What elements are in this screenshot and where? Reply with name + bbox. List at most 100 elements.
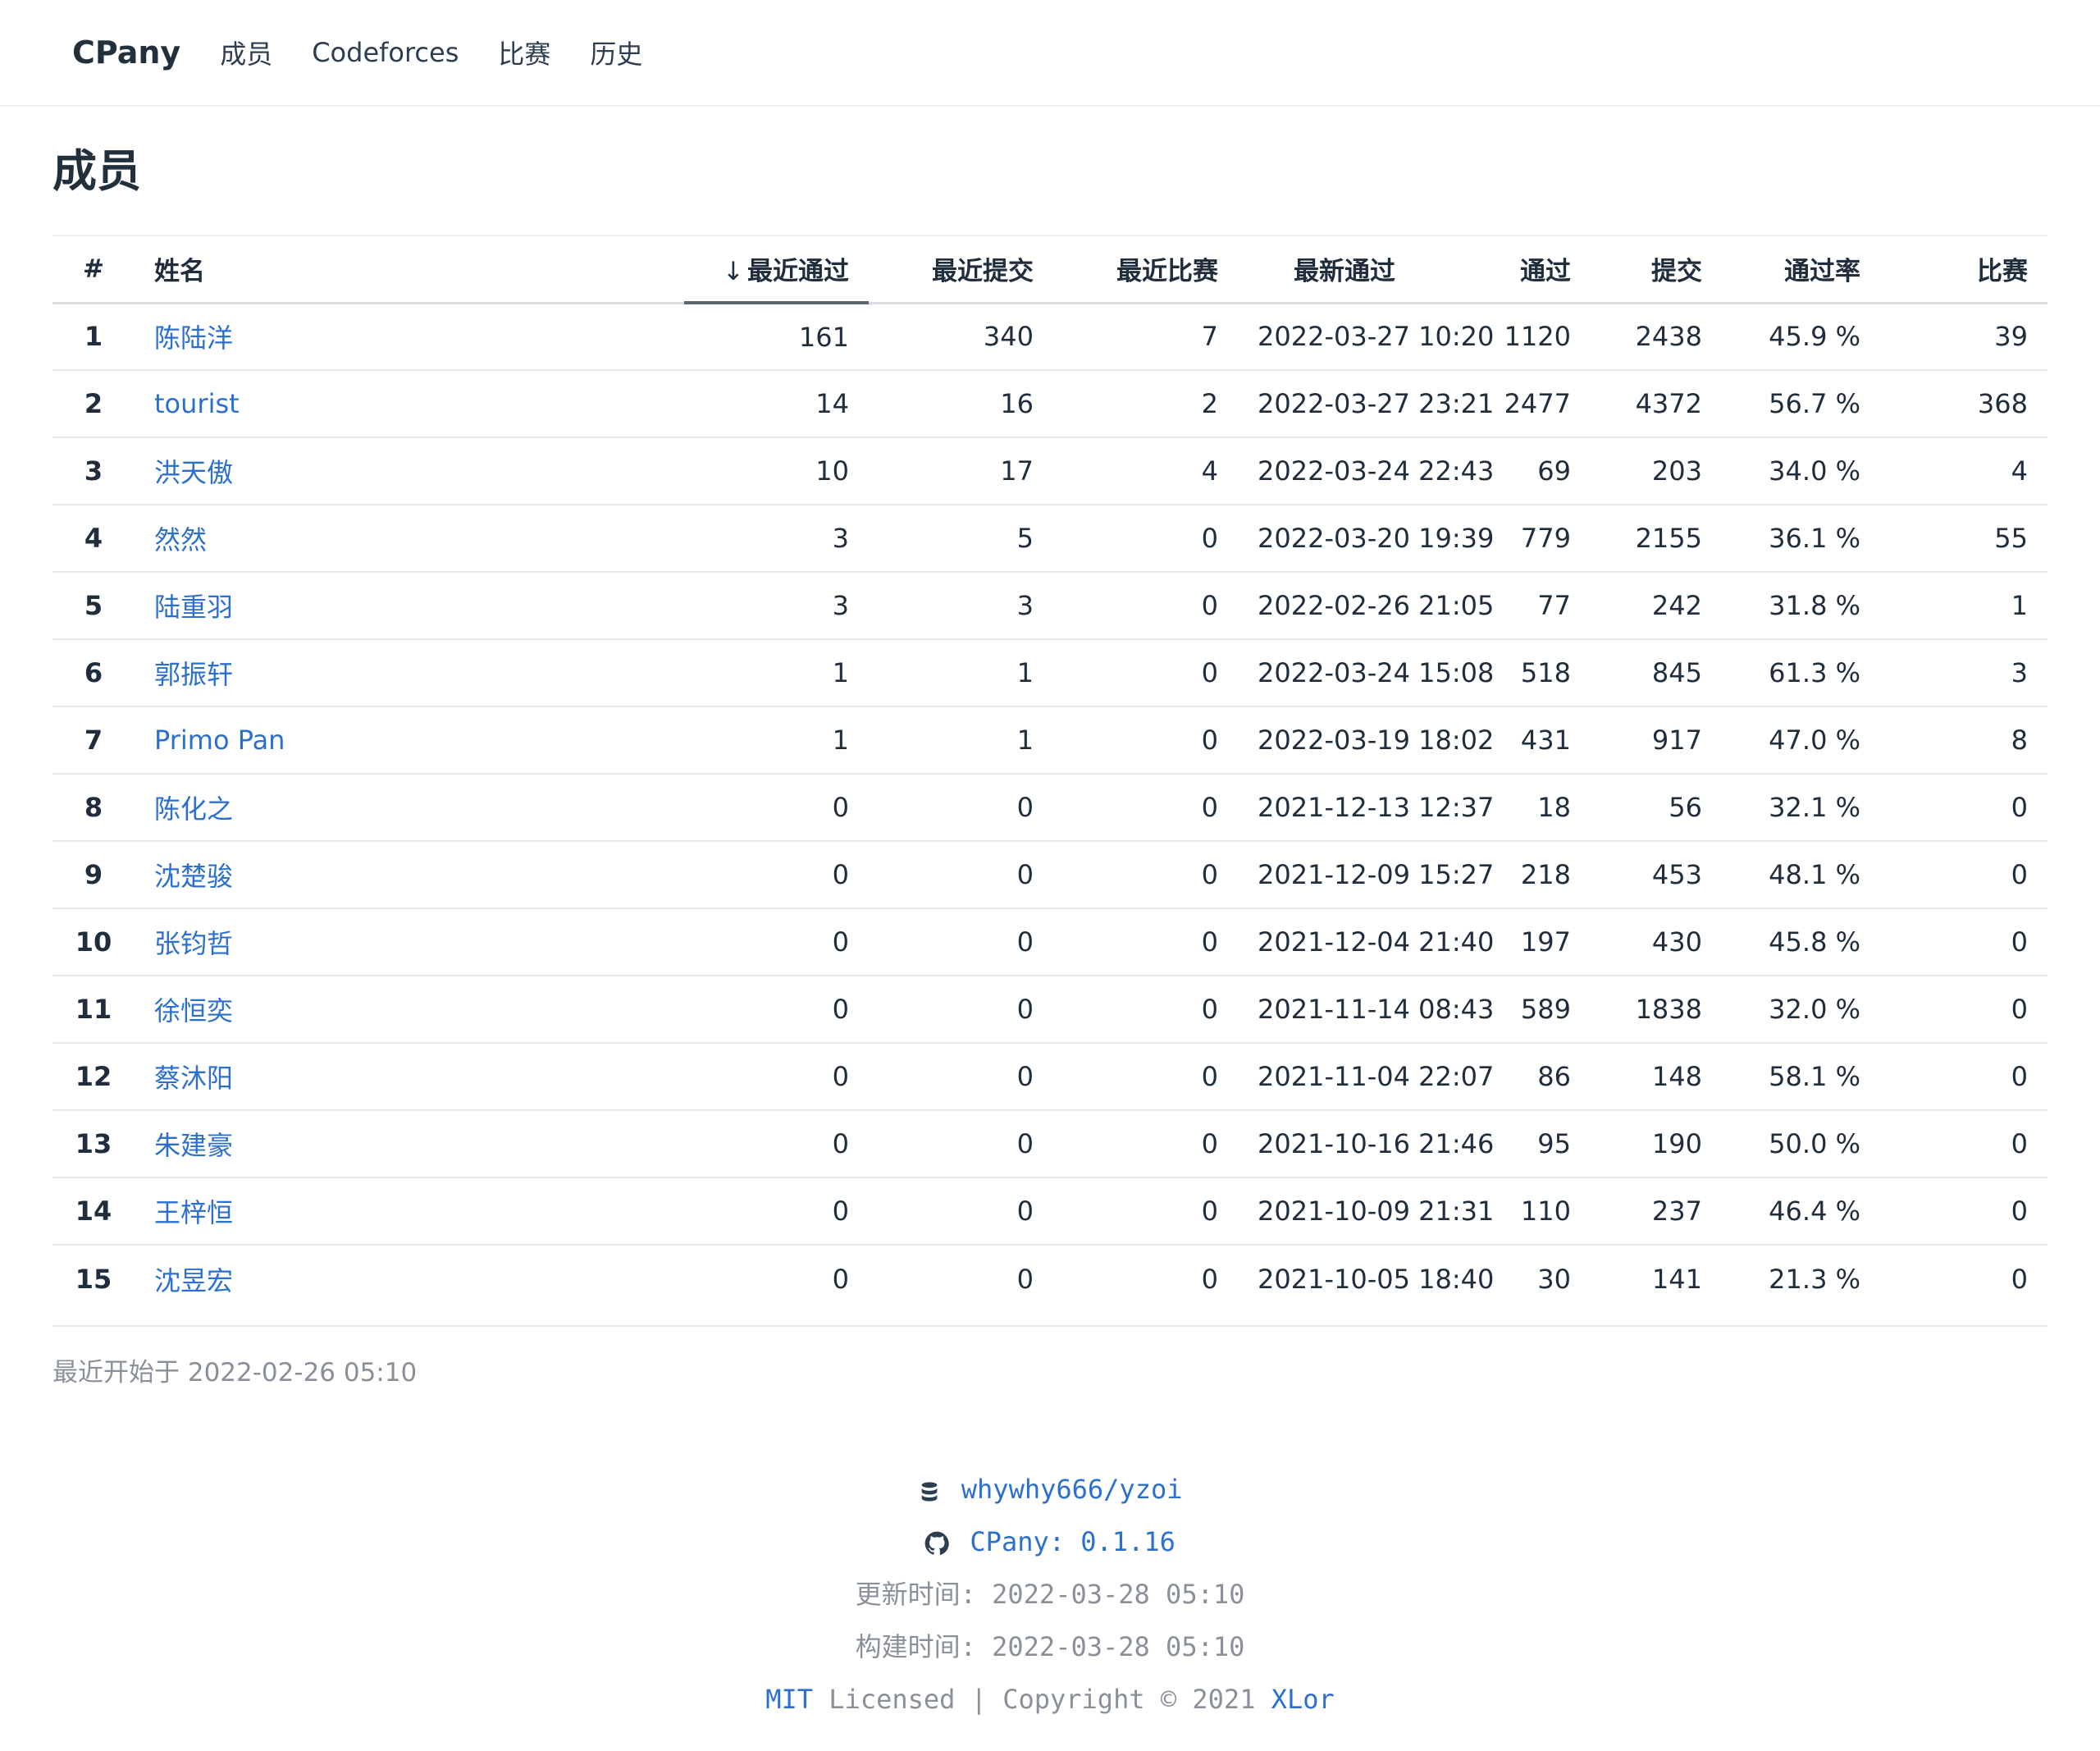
license-text: Licensed | Copyright © 2021 bbox=[813, 1684, 1271, 1715]
col-header-name[interactable]: 姓名 bbox=[135, 235, 684, 304]
cell-contests: 0 bbox=[2011, 1263, 2028, 1295]
cell-recent-ac: 0 bbox=[832, 1263, 849, 1295]
col-header-submit[interactable]: 提交 bbox=[1591, 235, 1722, 304]
cell-recent-contest: 0 bbox=[1053, 572, 1238, 640]
cell-name: 张钧哲 bbox=[135, 908, 684, 976]
cell-index: 6 bbox=[52, 639, 135, 707]
version-link[interactable]: CPany: 0.1.16 bbox=[970, 1526, 1175, 1557]
col-header-recent-ac-label: 最近通过 bbox=[747, 257, 849, 286]
table-row: 13 朱建豪 0 0 0 2021-10-16 21:46 95 190 50.0 % 0 bbox=[52, 1110, 2048, 1178]
member-link[interactable]: 郭振轩 bbox=[154, 659, 233, 690]
cell-submit: 2438 bbox=[1591, 303, 1722, 371]
page-title: 成员 bbox=[52, 145, 141, 197]
cell-recent-ac: 0 bbox=[684, 1177, 869, 1246]
member-link[interactable]: 然然 bbox=[154, 524, 207, 555]
member-link[interactable]: 徐恒奕 bbox=[154, 995, 233, 1026]
member-link[interactable]: 王梓恒 bbox=[154, 1197, 233, 1228]
cell-submit: 237 bbox=[1591, 1177, 1722, 1246]
nav-codeforces[interactable]: Codeforces bbox=[312, 37, 459, 68]
cell-latest-ac: 2021-10-05 18:40 bbox=[1258, 1263, 1495, 1295]
cell-ac-rate: 36.1 % bbox=[1722, 505, 1880, 573]
cell-name: 沈昱宏 bbox=[135, 1245, 684, 1312]
member-link[interactable]: tourist bbox=[154, 388, 240, 419]
cell-ac-rate: 50.0 % bbox=[1722, 1110, 1880, 1178]
col-header-recent-contest[interactable]: 最近比赛 bbox=[1053, 235, 1238, 304]
cell-recent-submit: 340 bbox=[869, 303, 1053, 371]
member-link[interactable]: 朱建豪 bbox=[154, 1130, 233, 1161]
cell-recent-submit: 1 bbox=[869, 639, 1053, 707]
cell-recent-submit: 0 bbox=[869, 841, 1053, 909]
nav-history[interactable]: 历史 bbox=[590, 34, 642, 71]
col-header-ac[interactable]: 通过 bbox=[1451, 235, 1591, 304]
member-link[interactable]: 洪天傲 bbox=[154, 457, 233, 488]
col-header-ac-rate[interactable]: 通过率 bbox=[1722, 235, 1880, 304]
cell-index: 8 bbox=[52, 774, 135, 842]
cell-ac-rate: 31.8 % bbox=[1722, 572, 1880, 640]
cell-recent-ac: 1 bbox=[684, 706, 869, 775]
cell-recent-ac: 0 bbox=[684, 1043, 869, 1111]
table-row: 3 洪天傲 10 17 4 2022-03-24 22:43 69 203 34.0 % 4 bbox=[52, 437, 2048, 505]
cell-contests: 39 bbox=[1880, 303, 2048, 371]
member-link[interactable]: 张钧哲 bbox=[154, 928, 233, 959]
col-header-recent-submit[interactable]: 最近提交 bbox=[869, 235, 1053, 304]
cell-ac-rate: 56.7 % bbox=[1722, 370, 1880, 438]
col-header-index: # bbox=[52, 235, 135, 304]
cell-latest-ac: 2021-10-09 21:31 bbox=[1238, 1177, 1494, 1246]
footer-built: 构建时间: 2022-03-28 05:10 bbox=[855, 1631, 1245, 1662]
table-row: 6 郭振轩 1 1 0 2022-03-24 15:08 518 845 61.3 % 3 bbox=[52, 639, 2048, 707]
cell-contests: 55 bbox=[1880, 505, 2048, 573]
repo-link[interactable]: whywhy666/yzoi bbox=[961, 1474, 1183, 1505]
member-link[interactable]: 陈化之 bbox=[154, 793, 233, 825]
cell-ac-rate: 45.8 % bbox=[1722, 908, 1880, 976]
cell-index: 2 bbox=[52, 370, 135, 438]
cell-submit: 203 bbox=[1591, 437, 1722, 505]
member-link[interactable]: 陈陆洋 bbox=[154, 322, 233, 354]
cell-submit: 2155 bbox=[1591, 505, 1722, 573]
cell-recent-submit: 1 bbox=[869, 706, 1053, 775]
member-link[interactable]: 陆重羽 bbox=[154, 592, 233, 623]
license-link[interactable]: MIT bbox=[765, 1684, 813, 1715]
cell-name: 陆重羽 bbox=[135, 572, 684, 640]
table-header-row: # 姓名 ↓ 最近通过 最近提交 最近比赛 最新通过 通过 提交 通过率 比赛 bbox=[52, 235, 2048, 304]
cell-index: 14 bbox=[52, 1177, 135, 1246]
cell-ac-rate: 32.0 % bbox=[1722, 976, 1880, 1044]
author-link[interactable]: XLor bbox=[1271, 1684, 1335, 1715]
cell-recent-contest: 7 bbox=[1053, 303, 1238, 371]
cell-recent-ac: 0 bbox=[684, 774, 869, 842]
cell-latest-ac: 2022-03-27 23:21 bbox=[1238, 370, 1494, 438]
cell-index: 4 bbox=[52, 505, 135, 573]
cell-recent-ac: 0 bbox=[684, 976, 869, 1044]
cell-latest-ac: 2021-11-14 08:43 bbox=[1238, 976, 1494, 1044]
cell-index: 15 bbox=[75, 1263, 112, 1295]
cell-contests: 0 bbox=[1880, 976, 2048, 1044]
nav-members[interactable]: 成员 bbox=[220, 34, 272, 71]
col-header-contests[interactable]: 比赛 bbox=[1880, 235, 2048, 304]
member-link[interactable]: 沈昱宏 bbox=[154, 1265, 233, 1296]
table-row: 7 Primo Pan 1 1 0 2022-03-19 18:02 431 917 47.0 … bbox=[52, 706, 2048, 775]
brand-logo[interactable]: CPany bbox=[72, 34, 180, 71]
cell-submit: 190 bbox=[1591, 1110, 1722, 1178]
cell-name: 王梓恒 bbox=[135, 1177, 684, 1246]
cell-index: 7 bbox=[52, 706, 135, 775]
cell-submit: 148 bbox=[1591, 1043, 1722, 1111]
member-link[interactable]: 沈楚骏 bbox=[154, 861, 233, 892]
footer-updated: 更新时间: 2022-03-28 05:10 bbox=[855, 1579, 1245, 1610]
col-header-recent-ac[interactable]: ↓ 最近通过 bbox=[684, 235, 869, 304]
cell-latest-ac: 2022-02-26 21:05 bbox=[1238, 572, 1494, 640]
cell-contests: 0 bbox=[1880, 908, 2048, 976]
member-link[interactable]: Primo Pan bbox=[154, 725, 285, 756]
table-row: 10 张钧哲 0 0 0 2021-12-04 21:40 197 430 45.8 % 0 bbox=[52, 908, 2048, 976]
cell-contests: 368 bbox=[1880, 370, 2048, 438]
cell-recent-contest: 0 bbox=[1053, 1110, 1238, 1178]
cell-latest-ac: 2021-10-16 21:46 bbox=[1238, 1110, 1494, 1178]
nav-contests[interactable]: 比赛 bbox=[498, 34, 550, 71]
footer-license-line: MIT Licensed | Copyright © 2021 XLor bbox=[0, 1673, 2100, 1726]
cell-recent-contest: 0 bbox=[1201, 1263, 1218, 1295]
member-link[interactable]: 蔡沐阳 bbox=[154, 1063, 233, 1094]
cell-recent-contest: 0 bbox=[1053, 1177, 1238, 1246]
col-header-latest-ac[interactable]: 最新通过 bbox=[1238, 235, 1451, 304]
sort-desc-icon: ↓ bbox=[723, 257, 744, 286]
cell-ac-rate: 21.3 % bbox=[1769, 1263, 1860, 1295]
cell-contests: 0 bbox=[1880, 1110, 2048, 1178]
cell-recent-submit: 17 bbox=[869, 437, 1053, 505]
